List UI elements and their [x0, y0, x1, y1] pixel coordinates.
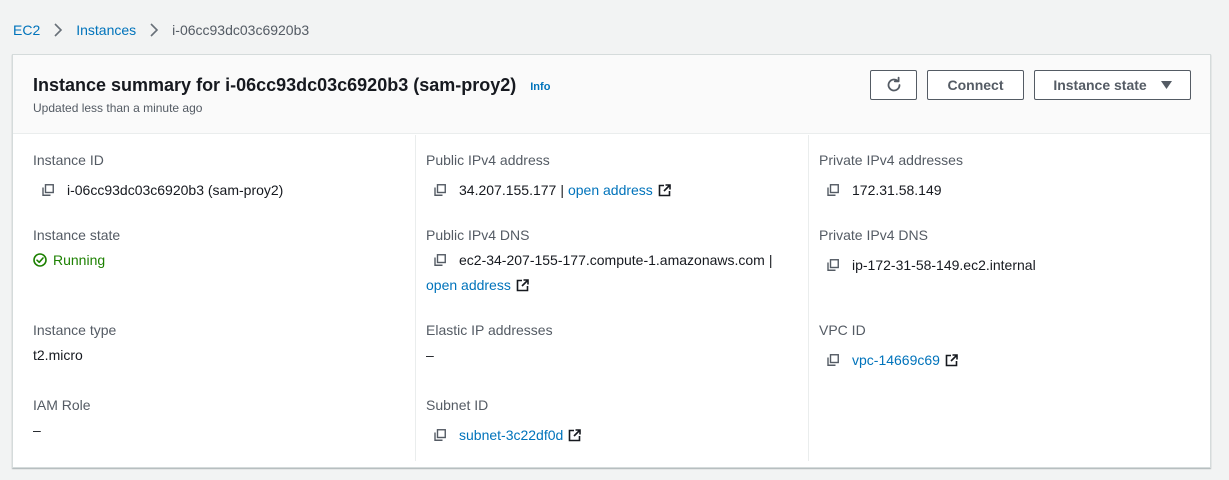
- subnet-id-link[interactable]: subnet-3c22df0d: [459, 425, 563, 445]
- instance-summary-card: Instance summary for i-06cc93dc03c6920b3…: [12, 54, 1211, 468]
- copy-icon[interactable]: [434, 429, 446, 441]
- caret-down-icon: [1160, 81, 1172, 89]
- field-label: Instance ID: [33, 152, 104, 168]
- separator: |: [768, 252, 773, 268]
- field-label: Public IPv4 DNS: [426, 227, 530, 243]
- field-value: ec2-34-207-155-177.compute-1.amazonaws.c…: [426, 250, 776, 295]
- field-label: Public IPv4 address: [426, 152, 550, 168]
- breadcrumb: EC2 Instances i-06cc93dc03c6920b3: [13, 20, 309, 40]
- status-badge: Running: [33, 250, 120, 270]
- external-link-icon[interactable]: [658, 183, 671, 197]
- instance-state-button-label: Instance state: [1053, 77, 1147, 93]
- field-label: Private IPv4 addresses: [819, 152, 963, 168]
- breadcrumb-ec2[interactable]: EC2: [13, 22, 40, 38]
- field-label: Elastic IP addresses: [426, 322, 553, 338]
- field-value: ip-172-31-58-149.ec2.internal: [819, 255, 1036, 275]
- details-grid: Instance ID i-06cc93dc03c6920b3 (sam-pro…: [13, 135, 1210, 461]
- connect-button-label: Connect: [947, 77, 1004, 93]
- breadcrumb-instances[interactable]: Instances: [76, 22, 136, 38]
- instance-id-value: i-06cc93dc03c6920b3 (sam-proy2): [67, 182, 284, 198]
- field-private-dns: Private IPv4 DNS ip-172-31-58-149.ec2.in…: [819, 225, 1036, 275]
- field-label: VPC ID: [819, 322, 866, 338]
- field-label: Private IPv4 DNS: [819, 227, 928, 243]
- field-public-ipv4: Public IPv4 address 34.207.155.177 | ope…: [426, 150, 671, 200]
- field-label: IAM Role: [33, 397, 91, 413]
- info-link[interactable]: Info: [530, 81, 550, 93]
- field-public-dns: Public IPv4 DNS ec2-34-207-155-177.compu…: [426, 225, 776, 295]
- private-dns-value: ip-172-31-58-149.ec2.internal: [852, 257, 1036, 273]
- details-column-2: Public IPv4 address 34.207.155.177 | ope…: [415, 135, 808, 461]
- field-iam-role: IAM Role –: [33, 395, 91, 440]
- field-vpc-id: VPC ID vpc-14669c69: [819, 320, 958, 370]
- separator: |: [560, 182, 564, 198]
- refresh-button[interactable]: [870, 70, 917, 100]
- copy-icon[interactable]: [434, 254, 446, 266]
- field-subnet-id: Subnet ID subnet-3c22df0d: [426, 395, 582, 445]
- elastic-ip-value: –: [426, 347, 434, 363]
- chevron-right-icon: [149, 23, 159, 37]
- copy-icon[interactable]: [827, 354, 839, 366]
- instance-state-value: Running: [53, 252, 106, 268]
- connect-button[interactable]: Connect: [927, 70, 1024, 100]
- copy-icon[interactable]: [434, 184, 446, 196]
- private-ipv4-value: 172.31.58.149: [852, 182, 942, 198]
- public-ipv4-value: 34.207.155.177: [459, 182, 557, 198]
- updated-subtitle: Updated less than a minute ago: [33, 101, 203, 115]
- page-title: Instance summary for i-06cc93dc03c6920b3…: [33, 75, 517, 95]
- refresh-icon: [887, 76, 900, 92]
- card-header: Instance summary for i-06cc93dc03c6920b3…: [13, 55, 1210, 134]
- copy-icon[interactable]: [827, 259, 839, 271]
- field-elastic-ip: Elastic IP addresses –: [426, 320, 553, 365]
- public-dns-link-line: open address: [426, 275, 776, 295]
- copy-icon[interactable]: [827, 184, 839, 196]
- external-link-icon[interactable]: [516, 278, 529, 292]
- field-label: Subnet ID: [426, 397, 489, 413]
- field-value: subnet-3c22df0d: [426, 425, 582, 445]
- field-instance-type: Instance type t2.micro: [33, 320, 116, 365]
- chevron-right-icon: [53, 23, 63, 37]
- field-value: 172.31.58.149: [819, 180, 963, 200]
- breadcrumb-current: i-06cc93dc03c6920b3: [172, 22, 310, 38]
- field-instance-id: Instance ID i-06cc93dc03c6920b3 (sam-pro…: [33, 150, 283, 200]
- open-address-link[interactable]: open address: [426, 275, 511, 295]
- vpc-id-link[interactable]: vpc-14669c69: [852, 350, 940, 370]
- field-value: 34.207.155.177 | open address: [426, 180, 671, 200]
- iam-role-value: –: [33, 422, 41, 438]
- check-circle-icon: [33, 253, 47, 267]
- open-address-link[interactable]: open address: [568, 180, 653, 200]
- title-row: Instance summary for i-06cc93dc03c6920b3…: [33, 75, 550, 96]
- field-private-ipv4: Private IPv4 addresses 172.31.58.149: [819, 150, 963, 200]
- instance-type-value: t2.micro: [33, 347, 83, 363]
- external-link-icon[interactable]: [945, 353, 958, 367]
- field-instance-state: Instance state Running: [33, 225, 120, 270]
- external-link-icon[interactable]: [568, 428, 582, 442]
- copy-icon[interactable]: [42, 184, 54, 196]
- details-column-3: Private IPv4 addresses 172.31.58.149 Pri…: [808, 135, 1210, 461]
- field-label: Instance type: [33, 322, 117, 338]
- instance-state-button[interactable]: Instance state: [1034, 70, 1191, 100]
- field-value: i-06cc93dc03c6920b3 (sam-proy2): [33, 180, 283, 200]
- field-label: Instance state: [33, 227, 121, 243]
- field-value: vpc-14669c69: [819, 350, 958, 370]
- public-dns-value: ec2-34-207-155-177.compute-1.amazonaws.c…: [459, 252, 765, 268]
- details-column-1: Instance ID i-06cc93dc03c6920b3 (sam-pro…: [13, 135, 415, 461]
- public-dns-line: ec2-34-207-155-177.compute-1.amazonaws.c…: [426, 250, 776, 270]
